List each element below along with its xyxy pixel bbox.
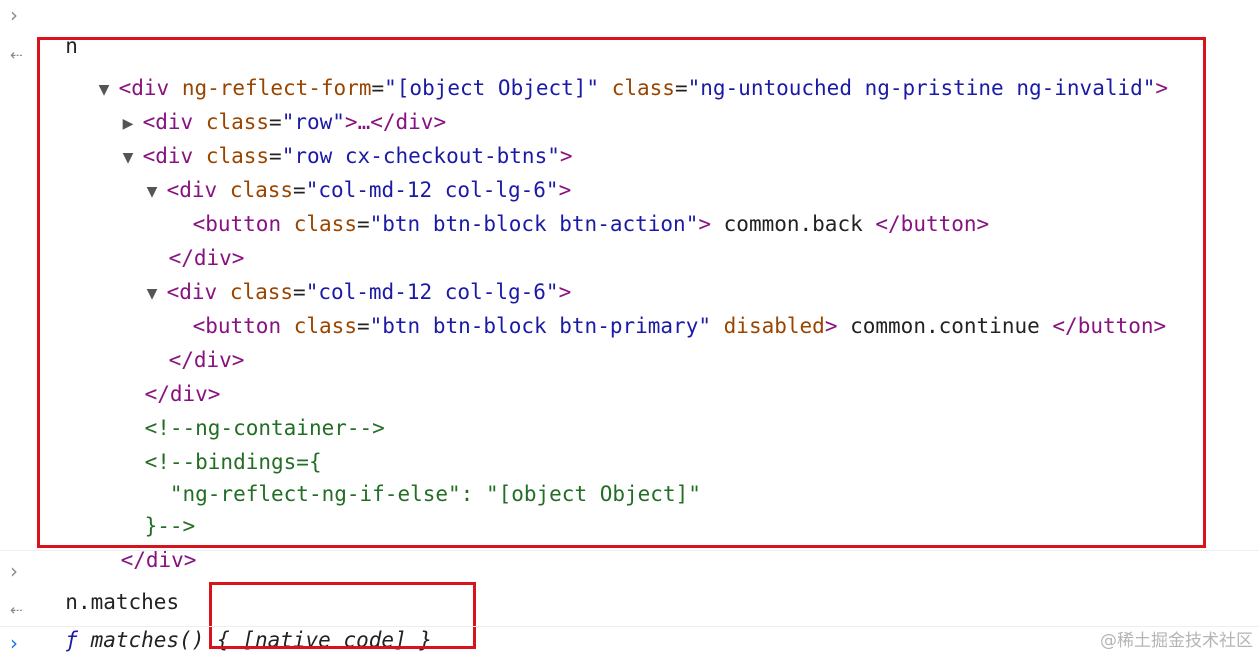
function-body: [native code] (242, 628, 407, 652)
attr-name: class (293, 212, 357, 236)
attr-name: class (293, 314, 357, 338)
dom-node-close-div: </div> (94, 349, 221, 406)
dom-node-continue-button[interactable]: <button class="btn btn-block btn-primary… (142, 281, 1167, 338)
result-arrow-icon: ⇠ (10, 601, 23, 619)
function-signature: matches() { (77, 628, 243, 652)
dom-node-close-div: </div> (70, 515, 197, 572)
dom-node-row-div[interactable]: ▶ <div class="row">…</div> (72, 77, 447, 134)
end-tag: </button> (875, 212, 990, 236)
attr-eq: = (356, 212, 370, 236)
function-end: } (406, 628, 432, 652)
console-input-line[interactable]: n.matches (40, 557, 179, 614)
node-text: common.back (711, 212, 876, 236)
comment-text: "ng-reflect-ng-if-else": "[object Object… (144, 482, 701, 506)
dom-comment-ng-container[interactable]: <!--ng-container--> (94, 383, 385, 440)
separator-line (0, 626, 1259, 627)
end-tag: </button> (1052, 314, 1167, 338)
attr-value: "btn btn-block btn-action" (369, 212, 699, 236)
dom-comment-bindings[interactable]: <!--bindings={ (94, 417, 322, 474)
tag-close: > (698, 212, 712, 236)
dom-node-back-button[interactable]: <button class="btn btn-block btn-action"… (142, 179, 990, 236)
separator-line (0, 550, 1259, 551)
dom-comment-bindings-end: }--> (94, 481, 196, 538)
dom-node-col-div[interactable]: ▼ <div class="col-md-12 col-lg-6"> (96, 145, 572, 202)
dom-node-form-div[interactable]: ▼ <div ng-reflect-form="[object Object]" … (48, 43, 1168, 100)
function-result[interactable]: ƒ matches() { [native code] } (40, 595, 432, 652)
tag-close: > (1155, 76, 1169, 100)
dom-node-col-div[interactable]: ▼ <div class="col-md-12 col-lg-6"> (96, 247, 572, 304)
result-arrow-icon: ⇠ (10, 46, 23, 64)
attr-value: "ng-untouched ng-pristine ng-invalid" (687, 76, 1156, 100)
tag-close: > (824, 314, 838, 338)
dom-node-close-div: </div> (118, 213, 245, 270)
dom-node-checkout-btns-div[interactable]: ▼ <div class="row cx-checkout-btns"> (72, 111, 573, 168)
watermark-text: @稀土掘金技术社区 (1100, 631, 1253, 651)
function-f-glyph: ƒ (65, 628, 78, 652)
node-text: common.continue (837, 314, 1053, 338)
attr-name: disabled (723, 314, 825, 338)
active-prompt-chevron-icon[interactable]: › (10, 631, 18, 655)
prompt-chevron-icon: › (10, 559, 18, 583)
attr-eq: = (674, 76, 688, 100)
attr-name: class (611, 76, 675, 100)
dom-comment-bindings-body: "ng-reflect-ng-if-else": "[object Object… (94, 449, 701, 506)
attr-value: "btn btn-block btn-primary" (369, 314, 711, 338)
dom-node-close-div: </div> (118, 315, 245, 372)
console-input-line[interactable]: n (40, 1, 78, 58)
prompt-chevron-icon: › (10, 3, 18, 27)
attr-eq: = (356, 314, 370, 338)
